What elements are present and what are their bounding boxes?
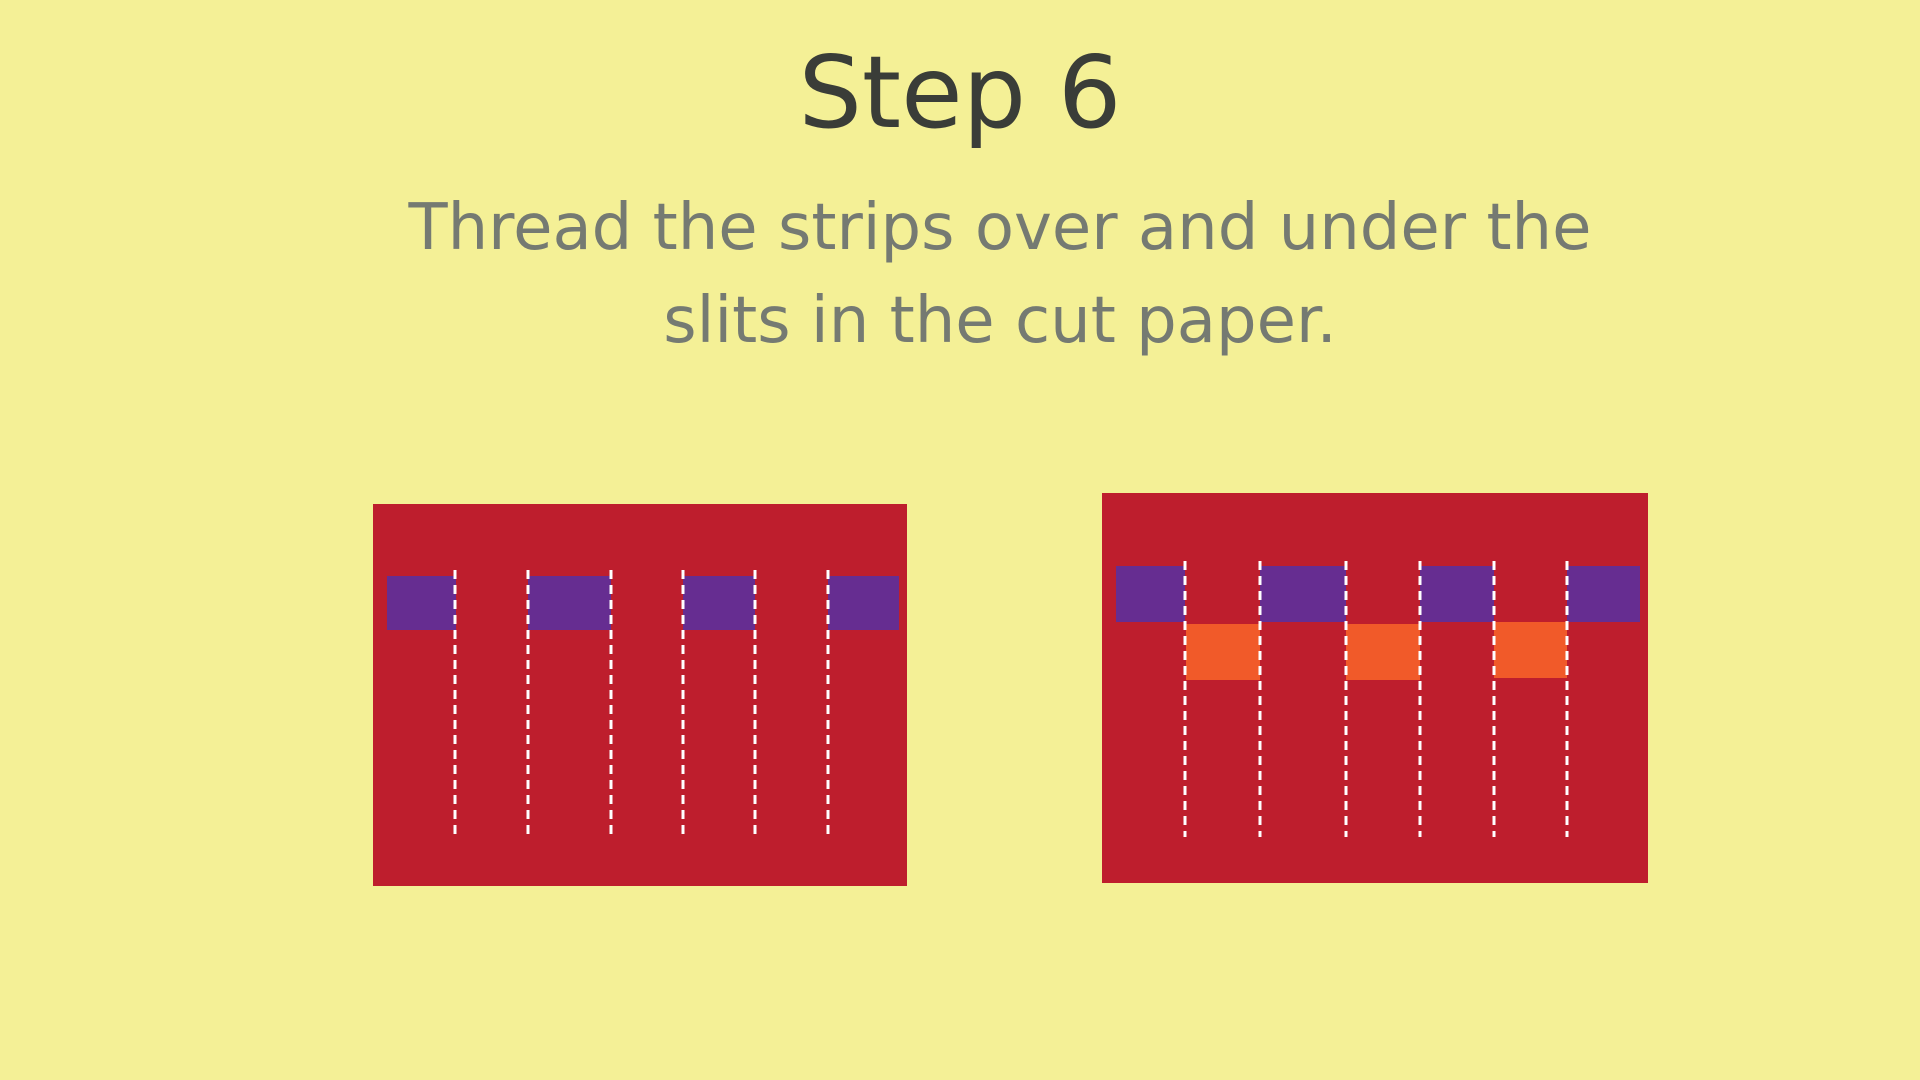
strip-segment	[387, 576, 456, 630]
weaving-diagram	[373, 493, 1648, 886]
strip-segment	[1494, 622, 1567, 678]
orange-strip-right	[1186, 622, 1567, 680]
second-strip-panel	[1102, 493, 1648, 883]
strip-segment	[1567, 566, 1640, 622]
strip-segment	[1186, 624, 1260, 680]
strip-segment	[828, 576, 899, 630]
strip-segment	[1116, 566, 1185, 622]
strip-segment	[1346, 624, 1420, 680]
strip-segment	[683, 576, 755, 630]
strip-segment	[1260, 566, 1346, 622]
strip-segment	[528, 576, 611, 630]
strip-segment	[1420, 566, 1494, 622]
slide: Step 6 Thread the strips over and under …	[0, 0, 1920, 1080]
first-strip-panel	[373, 504, 907, 886]
